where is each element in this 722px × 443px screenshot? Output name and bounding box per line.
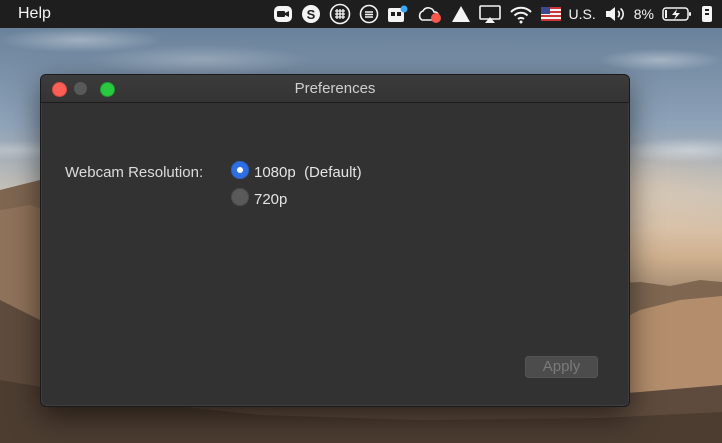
cloud-sync-icon[interactable] xyxy=(417,4,443,24)
menu-circle-icon[interactable] xyxy=(359,4,379,24)
keyboard-layout-label[interactable]: U.S. xyxy=(569,6,596,22)
control-center-icon[interactable] xyxy=(700,4,714,24)
window-titlebar[interactable]: Preferences xyxy=(41,75,629,103)
airplay-icon[interactable] xyxy=(478,4,501,24)
battery-percentage[interactable]: 8% xyxy=(634,6,654,22)
option-1080p-label[interactable]: 1080p (Default) xyxy=(254,164,362,181)
option-1080p-text: 1080p xyxy=(254,164,296,181)
wifi-icon[interactable] xyxy=(509,4,533,24)
status-bar-icons: S U.S. 8% xyxy=(273,0,714,28)
svg-text:S: S xyxy=(306,7,315,22)
window-title: Preferences xyxy=(294,80,376,97)
volume-icon[interactable] xyxy=(604,4,626,24)
battery-charging-icon[interactable] xyxy=(662,4,692,24)
option-720p-text: 720p xyxy=(254,191,288,208)
notification-app-icon[interactable] xyxy=(387,4,409,24)
menu-bar: Help S U.S. 8% xyxy=(0,0,722,28)
triangle-icon[interactable] xyxy=(451,4,471,24)
preferences-window: Preferences Webcam Resolution: 1080p (De… xyxy=(40,74,630,407)
webcam-resolution-label: Webcam Resolution: xyxy=(65,164,204,181)
zoom-icon[interactable] xyxy=(273,4,293,24)
radio-720p[interactable] xyxy=(231,188,249,206)
us-flag-icon[interactable] xyxy=(540,4,561,24)
grid-icon[interactable] xyxy=(329,3,351,25)
menu-help[interactable]: Help xyxy=(18,5,51,23)
skype-icon[interactable]: S xyxy=(301,4,321,24)
option-720p-label[interactable]: 720p xyxy=(254,191,287,208)
radio-1080p[interactable] xyxy=(231,161,249,179)
apply-button[interactable]: Apply xyxy=(525,356,598,378)
option-default-note: (Default) xyxy=(304,164,362,181)
